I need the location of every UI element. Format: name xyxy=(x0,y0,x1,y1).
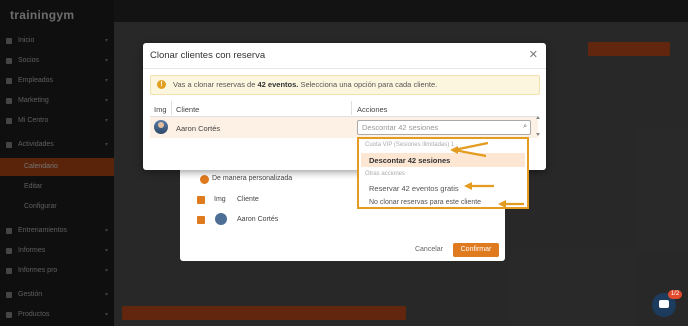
row-checkbox[interactable] xyxy=(197,216,205,224)
select-placeholder: Descontar 42 sesiones xyxy=(362,123,439,132)
chat-badge: 1/2 xyxy=(668,290,682,299)
dropdown-option-skip[interactable]: No clonar reservas para este cliente xyxy=(369,199,481,206)
close-icon[interactable]: ✕ xyxy=(529,48,538,61)
col-client-header: Cliente xyxy=(176,105,200,114)
alert-message: Vas a clonar reservas de 42 eventos. Sel… xyxy=(173,80,437,89)
arrow-annotation xyxy=(498,200,524,208)
cancel-button[interactable]: Cancelar xyxy=(410,243,448,257)
chat-button[interactable]: 1/2 xyxy=(652,290,682,317)
col-separator xyxy=(351,101,352,115)
col-client-header: Cliente xyxy=(237,196,259,203)
alert-bold: 42 eventos. xyxy=(257,80,299,89)
dropdown-group-label: Otras acciones xyxy=(365,171,406,177)
col-actions-header: Acciones xyxy=(357,105,388,114)
custom-radio[interactable] xyxy=(200,175,209,184)
divider xyxy=(143,68,546,69)
arrow-annotation xyxy=(450,141,489,158)
col-separator xyxy=(171,101,172,115)
alert-prefix: Vas a clonar reservas de xyxy=(173,80,258,89)
avatar xyxy=(154,120,168,134)
search-icon: ⌕ xyxy=(523,123,527,130)
col-img-header: Img xyxy=(154,105,167,114)
col-img-header: Img xyxy=(214,196,226,203)
info-alert: ! Vas a clonar reservas de 42 eventos. S… xyxy=(150,75,540,95)
option-label: Descontar 42 sesiones xyxy=(369,156,451,165)
alert-suffix: Selecciona una opción para cada cliente. xyxy=(298,80,438,89)
action-select[interactable]: Descontar 42 sesiones ⌕ xyxy=(357,120,531,135)
client-name: Aaron Cortés xyxy=(237,216,279,223)
confirm-button[interactable]: Confirmar xyxy=(453,243,499,257)
warning-icon: ! xyxy=(157,80,166,89)
modal-title: Clonar clientes con reserva xyxy=(150,50,266,61)
select-all-checkbox[interactable] xyxy=(197,196,205,204)
scrollbar[interactable] xyxy=(536,116,540,136)
dropdown-option-selected[interactable]: Descontar 42 sesiones xyxy=(361,153,525,167)
chat-icon xyxy=(659,300,669,308)
avatar xyxy=(215,213,227,225)
dropdown-option-free[interactable]: Reservar 42 eventos gratis xyxy=(369,184,459,193)
client-name: Aaron Cortés xyxy=(176,124,221,133)
arrow-annotation xyxy=(464,182,494,190)
dropdown-group-label: Cuota VIP (Sesiones ilimitadas) 1 xyxy=(365,142,455,148)
custom-radio-label: De manera personalizada xyxy=(212,175,293,182)
app-window: trainingym Inicio▾Socios▾Empleados▾Marke… xyxy=(0,0,688,326)
